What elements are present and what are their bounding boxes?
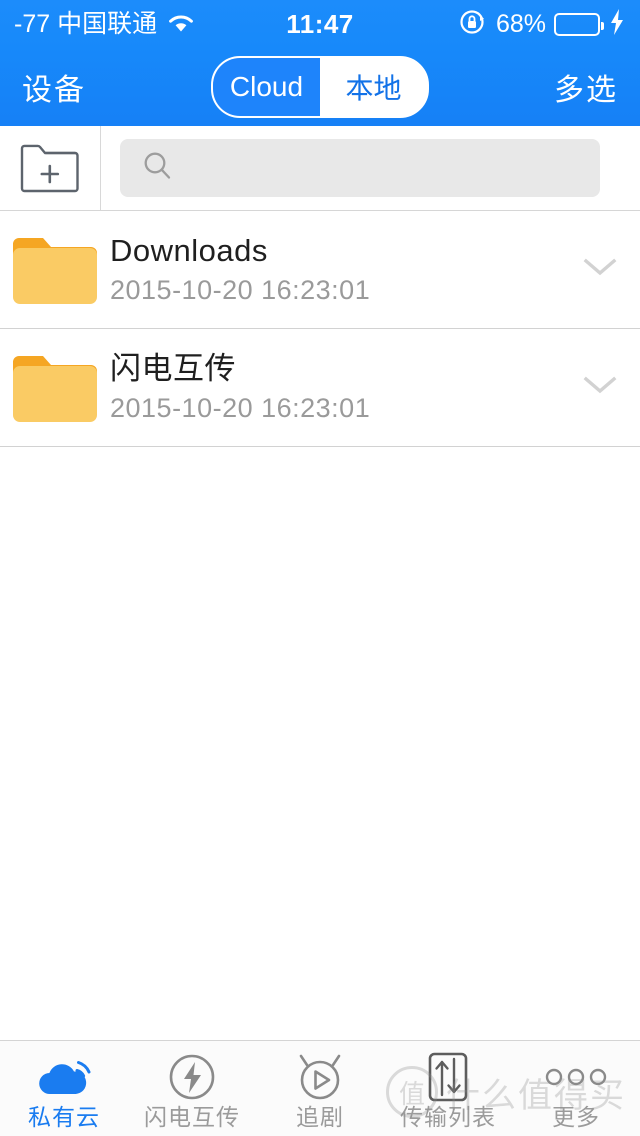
battery-icon bbox=[554, 12, 604, 36]
battery-percent-label: 68% bbox=[495, 9, 546, 38]
search-field[interactable] bbox=[120, 139, 600, 197]
tab-label: 传输列表 bbox=[400, 1104, 496, 1130]
tab-private-cloud[interactable]: 私有云 bbox=[0, 1041, 128, 1136]
tab-tv-series[interactable]: 追剧 bbox=[256, 1041, 384, 1136]
file-name: Downloads bbox=[110, 232, 268, 268]
navigation-bar: 设备 Cloud 本地 多选 bbox=[0, 48, 640, 126]
folder-icon bbox=[0, 232, 110, 308]
cloud-signal-icon bbox=[36, 1052, 92, 1102]
rotation-lock-icon bbox=[458, 7, 488, 42]
status-bar: -77 中国联通 11:47 68% bbox=[0, 0, 640, 48]
tab-label: 更多 bbox=[552, 1104, 600, 1130]
lightning-circle-icon bbox=[167, 1052, 217, 1102]
folder-icon bbox=[0, 350, 110, 426]
more-dots-icon bbox=[545, 1052, 607, 1102]
file-list: Downloads 2015-10-20 16:23:01 闪电互传 2015-… bbox=[0, 211, 640, 447]
tab-label: 私有云 bbox=[28, 1104, 100, 1130]
row-disclosure-button[interactable] bbox=[560, 374, 640, 401]
carrier-label: -77 中国联通 bbox=[14, 9, 158, 38]
new-folder-icon bbox=[19, 138, 81, 199]
chevron-down-icon bbox=[583, 256, 617, 283]
table-row[interactable]: Downloads 2015-10-20 16:23:01 bbox=[0, 211, 640, 329]
multi-select-button[interactable]: 多选 bbox=[554, 65, 618, 109]
transfer-arrows-icon bbox=[425, 1052, 471, 1102]
new-folder-button[interactable] bbox=[0, 126, 101, 210]
wifi-icon bbox=[166, 12, 196, 39]
segment-cloud[interactable]: Cloud bbox=[213, 58, 320, 116]
tab-label: 追剧 bbox=[296, 1104, 344, 1130]
chevron-down-icon bbox=[583, 374, 617, 401]
status-bar-left: -77 中国联通 bbox=[14, 10, 196, 39]
devices-button[interactable]: 设备 bbox=[22, 65, 86, 109]
source-segmented-control[interactable]: Cloud 本地 bbox=[211, 56, 429, 118]
file-name: 闪电互传 bbox=[110, 350, 236, 386]
status-bar-right: 68% bbox=[458, 7, 626, 42]
file-modified-date: 2015-10-20 16:23:01 bbox=[110, 393, 371, 424]
row-texts: 闪电互传 2015-10-20 16:23:01 bbox=[110, 350, 560, 424]
bottom-tab-bar: 私有云 闪电互传 追剧 传输列表 更多 bbox=[0, 1040, 640, 1136]
file-modified-date: 2015-10-20 16:23:01 bbox=[110, 275, 371, 306]
tab-more[interactable]: 更多 bbox=[512, 1041, 640, 1136]
table-row[interactable]: 闪电互传 2015-10-20 16:23:01 bbox=[0, 329, 640, 447]
tab-transfer-list[interactable]: 传输列表 bbox=[384, 1041, 512, 1136]
app-screen: -77 中国联通 11:47 68% 设备 Cloud 本地 多选 Downlo… bbox=[0, 0, 640, 1136]
row-texts: Downloads 2015-10-20 16:23:01 bbox=[110, 232, 560, 306]
tab-label: 闪电互传 bbox=[144, 1104, 240, 1130]
charging-bolt-icon bbox=[608, 8, 626, 41]
play-clock-icon bbox=[294, 1052, 346, 1102]
tab-flash-transfer[interactable]: 闪电互传 bbox=[128, 1041, 256, 1136]
search-icon bbox=[142, 150, 174, 187]
list-toolbar bbox=[0, 126, 640, 211]
segment-local[interactable]: 本地 bbox=[320, 58, 427, 116]
row-disclosure-button[interactable] bbox=[560, 256, 640, 283]
